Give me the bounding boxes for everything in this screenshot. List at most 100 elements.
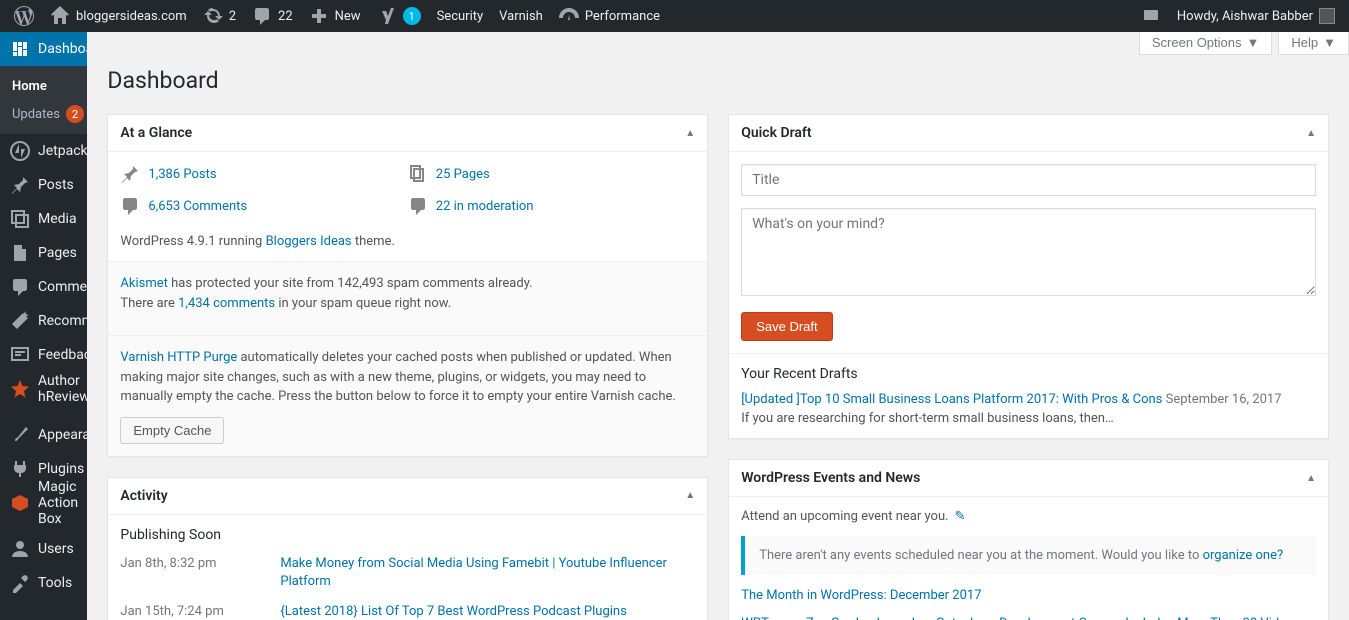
- performance-link[interactable]: Performance: [551, 0, 668, 32]
- chat-icon: [1141, 6, 1161, 26]
- my-account[interactable]: Howdy, Aishwar Babber: [1169, 0, 1343, 32]
- theme-link[interactable]: Bloggers Ideas: [266, 234, 352, 249]
- activity-box: Activity▲ Publishing Soon Jan 8th, 8:32 …: [107, 477, 708, 620]
- yoast-icon: [377, 6, 397, 26]
- home-icon: [50, 6, 70, 26]
- menu-tools[interactable]: Tools: [0, 566, 87, 600]
- updates-link[interactable]: 2: [195, 0, 244, 32]
- menu-magic-action-box[interactable]: Magic Action Box: [0, 486, 87, 520]
- chevron-down-icon: ▼: [1247, 35, 1260, 50]
- menu-jetpack[interactable]: Jetpack: [0, 134, 87, 168]
- menu-recommendations[interactable]: Recommendations: [0, 304, 87, 338]
- wrench-icon: [10, 573, 30, 593]
- admin-bar: bloggersideas.com 2 22 New 1 Security Va…: [0, 0, 1349, 32]
- news-item: WPTavern: Zac Gordon Launches Gutenberg …: [741, 615, 1316, 620]
- collapse-icon[interactable]: ▲: [685, 490, 695, 501]
- glance-pages[interactable]: 25 Pages: [408, 164, 695, 184]
- user-icon: [10, 539, 30, 559]
- at-a-glance-box: At a Glance▲ 1,386 Posts 25 Pages 6,653 …: [107, 114, 708, 457]
- glance-comments[interactable]: 6,653 Comments: [120, 196, 407, 216]
- wand-icon: [10, 311, 30, 331]
- page-icon: [10, 243, 30, 263]
- quick-draft-header[interactable]: Quick Draft▲: [729, 115, 1328, 152]
- no-events-notice: There aren't any events scheduled near y…: [741, 536, 1316, 575]
- plus-icon: [309, 6, 329, 26]
- events-box: WordPress Events and News▲ Attend an upc…: [728, 459, 1329, 620]
- wordpress-icon: [14, 6, 34, 26]
- news-link[interactable]: WPTavern: Zac Gordon Launches Gutenberg …: [741, 616, 1300, 620]
- comments-link[interactable]: 22: [244, 0, 301, 32]
- comment-icon: [252, 6, 272, 26]
- quick-draft-box: Quick Draft▲ Save Draft Your Recent Draf…: [728, 114, 1329, 439]
- page-title: Dashboard: [107, 67, 1329, 94]
- collapse-icon[interactable]: ▲: [1306, 473, 1316, 484]
- pin-icon: [120, 164, 140, 184]
- site-name[interactable]: bloggersideas.com: [42, 0, 195, 32]
- media-icon: [10, 209, 30, 229]
- yoast-link[interactable]: 1: [369, 0, 429, 32]
- submenu-home[interactable]: Home: [0, 72, 87, 100]
- star-icon: [10, 379, 30, 399]
- spam-queue-link[interactable]: 1,434 comments: [178, 296, 275, 311]
- draft-title-input[interactable]: [741, 164, 1316, 196]
- dashboard-icon: [10, 39, 30, 59]
- events-header[interactable]: WordPress Events and News▲: [729, 460, 1328, 497]
- wp-version: WordPress 4.9.1 running Bloggers Ideas t…: [108, 234, 707, 261]
- save-draft-button[interactable]: Save Draft: [741, 312, 832, 341]
- feedback-icon: [10, 345, 30, 365]
- menu-dashboard[interactable]: Dashboard: [0, 32, 87, 66]
- chevron-down-icon: ▼: [1323, 35, 1336, 50]
- draft-link[interactable]: [Updated ]Top 10 Small Business Loans Pl…: [741, 392, 1162, 407]
- update-icon: [203, 6, 223, 26]
- menu-comments[interactable]: Comments22: [0, 270, 87, 304]
- varnish-link[interactable]: Varnish HTTP Purge: [120, 350, 237, 365]
- activity-header[interactable]: Activity▲: [108, 478, 707, 515]
- plug-icon: [10, 459, 30, 479]
- at-a-glance-header[interactable]: At a Glance▲: [108, 115, 707, 152]
- menu-author-hreview[interactable]: Author hReview: [0, 372, 87, 406]
- menu-users[interactable]: Users: [0, 532, 87, 566]
- activity-title-link[interactable]: {Latest 2018} List Of Top 7 Best WordPre…: [280, 603, 695, 620]
- collapse-icon[interactable]: ▲: [685, 128, 695, 139]
- glance-posts[interactable]: 1,386 Posts: [120, 164, 407, 184]
- admin-menu: Dashboard Home Updates2 Jetpack Posts Me…: [0, 32, 87, 620]
- gauge-icon: [559, 6, 579, 26]
- menu-feedback[interactable]: Feedback: [0, 338, 87, 372]
- comment-icon: [408, 196, 428, 216]
- new-link[interactable]: New: [301, 0, 369, 32]
- security-link[interactable]: Security: [429, 0, 492, 32]
- menu-appearance[interactable]: Appearance: [0, 418, 87, 452]
- brush-icon: [10, 425, 30, 445]
- activity-title-link[interactable]: Make Money from Social Media Using Fameb…: [280, 555, 695, 591]
- recent-drafts-heading: Your Recent Drafts: [741, 366, 1316, 382]
- submenu-updates[interactable]: Updates2: [0, 100, 87, 128]
- menu-posts[interactable]: Posts: [0, 168, 87, 202]
- organize-link[interactable]: organize one?: [1203, 548, 1284, 563]
- activity-row: Jan 15th, 7:24 pm{Latest 2018} List Of T…: [120, 597, 695, 620]
- comment-icon: [120, 196, 140, 216]
- notifications[interactable]: [1133, 0, 1169, 32]
- help-button[interactable]: Help▼: [1278, 32, 1349, 55]
- avatar: [1319, 8, 1335, 24]
- collapse-icon[interactable]: ▲: [1306, 128, 1316, 139]
- glance-moderation[interactable]: 22 in moderation: [408, 196, 695, 216]
- empty-cache-button[interactable]: Empty Cache: [120, 417, 224, 444]
- publishing-soon-heading: Publishing Soon: [108, 515, 707, 543]
- activity-date: Jan 8th, 8:32 pm: [120, 555, 280, 591]
- varnish-link[interactable]: Varnish: [491, 0, 551, 32]
- pages-icon: [408, 164, 428, 184]
- draft-content-input[interactable]: [741, 208, 1316, 296]
- comment-icon: [10, 277, 30, 297]
- wp-logo[interactable]: [6, 0, 42, 32]
- activity-row: Jan 8th, 8:32 pmMake Money from Social M…: [120, 549, 695, 597]
- box-icon: [10, 493, 30, 513]
- activity-date: Jan 15th, 7:24 pm: [120, 603, 280, 620]
- news-link[interactable]: The Month in WordPress: December 2017: [741, 588, 981, 603]
- edit-location-icon[interactable]: ✎: [955, 509, 966, 524]
- menu-pages[interactable]: Pages: [0, 236, 87, 270]
- akismet-link[interactable]: Akismet: [120, 276, 168, 291]
- jetpack-icon: [10, 141, 30, 161]
- screen-options-button[interactable]: Screen Options▼: [1139, 32, 1272, 55]
- menu-media[interactable]: Media: [0, 202, 87, 236]
- news-item: The Month in WordPress: December 2017: [741, 587, 1316, 605]
